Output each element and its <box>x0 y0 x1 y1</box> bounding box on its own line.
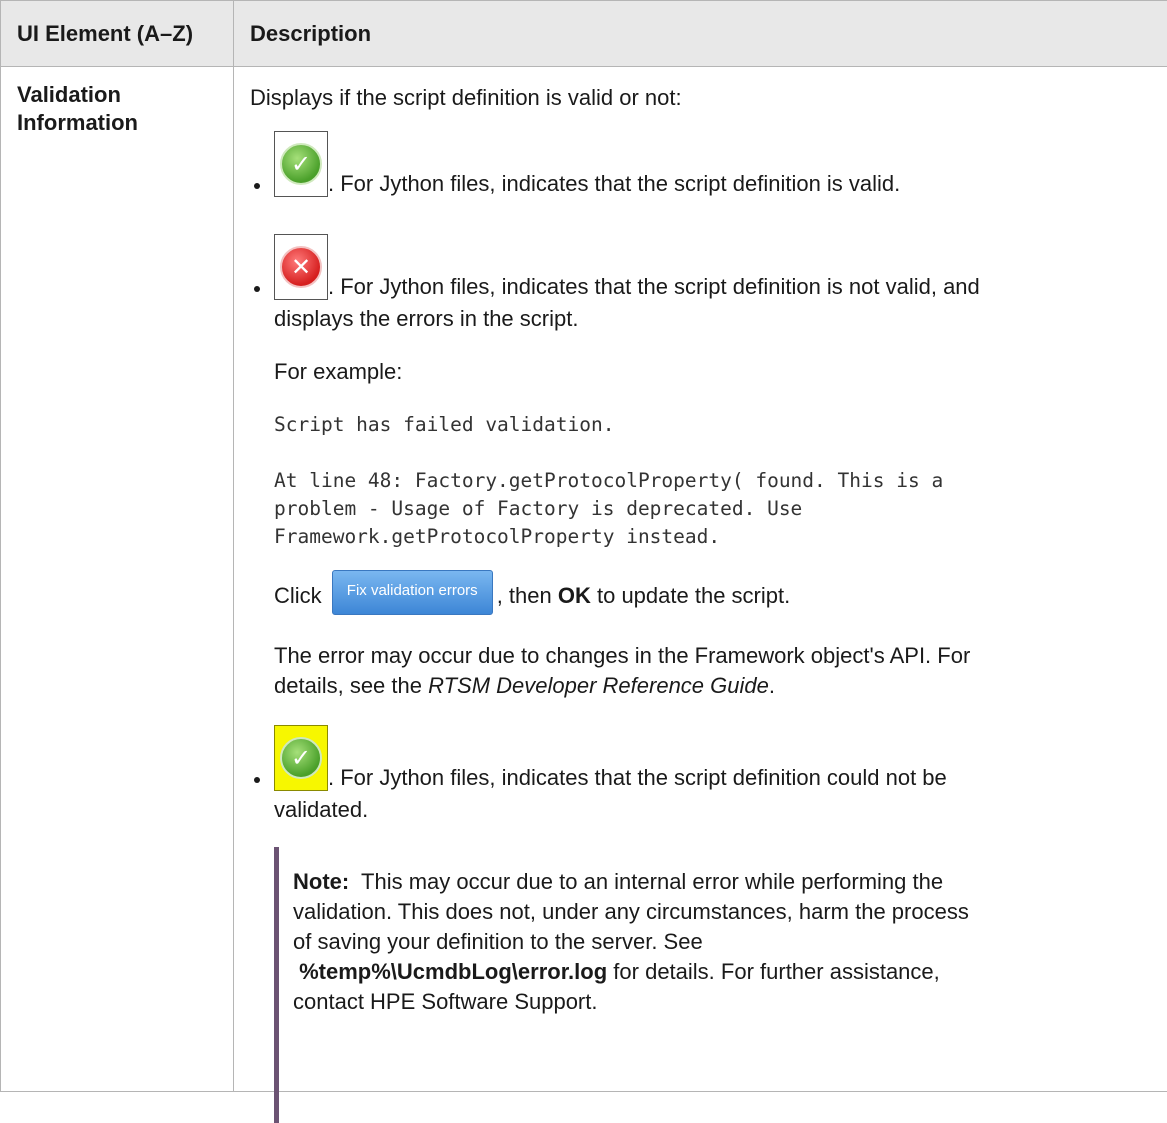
error-line-2-prefix: details, see the <box>274 673 422 698</box>
not-validated-description-line2: validated. <box>274 795 368 825</box>
code-line-4: Framework.getProtocolProperty instead. <box>274 523 720 551</box>
green-check-icon: ✓ <box>274 131 328 197</box>
error-line-1: The error may occur due to changes in th… <box>274 641 970 671</box>
column-header-ui-element: UI Element (A–Z) <box>1 1 234 67</box>
green-check-yellow-bg-icon: ✓ <box>274 725 328 791</box>
not-validated-description-line1: . For Jython files, indicates that the s… <box>328 763 947 793</box>
error-log-path: %temp%\UcmdbLog\error.log <box>299 959 607 984</box>
note-line-3: of saving your definition to the server.… <box>293 927 1153 957</box>
code-line-2: At line 48: Factory.getProtocolProperty(… <box>274 467 943 495</box>
error-line-2: details, see the RTSM Developer Referenc… <box>274 671 775 701</box>
developer-guide-title: RTSM Developer Reference Guide <box>428 673 769 698</box>
table-header-row: UI Element (A–Z) Description <box>1 1 1167 67</box>
click-mid: , then <box>497 583 552 608</box>
description-cell: Displays if the script definition is val… <box>234 67 1167 1092</box>
ui-element-name-line2: Information <box>17 109 217 137</box>
column-header-description: Description <box>234 1 1167 67</box>
note-block: Note: This may occur due to an internal … <box>274 847 1153 1123</box>
click-suffix: to update the script. <box>597 583 790 608</box>
code-line-1: Script has failed validation. <box>274 411 614 439</box>
bullet <box>254 777 260 783</box>
click-instruction: Click Fix validation errors, then OK to … <box>274 570 790 615</box>
note-line-4: %temp%\UcmdbLog\error.log for details. F… <box>293 957 1153 987</box>
bullet <box>254 183 260 189</box>
code-line-3: problem - Usage of Factory is deprecated… <box>274 495 802 523</box>
bullet <box>254 286 260 292</box>
valid-description: . For Jython files, indicates that the s… <box>328 169 900 199</box>
ui-element-name-cell: Validation Information <box>1 67 234 1092</box>
list-item-valid: ✓ . For Jython files, indicates that the… <box>274 131 1153 201</box>
note-line-2: validation. This does not, under any cir… <box>293 897 1153 927</box>
intro-text: Displays if the script definition is val… <box>250 83 682 113</box>
invalid-description-line2: displays the errors in the script. <box>274 304 578 334</box>
ok-label: OK <box>558 583 591 608</box>
table-row: Validation Information Displays if the s… <box>1 67 1167 1092</box>
fix-validation-errors-button[interactable]: Fix validation errors <box>332 570 493 615</box>
list-item-invalid: ✕ . For Jython files, indicates that the… <box>274 234 1153 334</box>
example-label: For example: <box>274 357 402 387</box>
list-item-not-validated: ✓ . For Jython files, indicates that the… <box>274 725 1153 825</box>
error-line-2-suffix: . <box>769 673 775 698</box>
ui-element-name-line1: Validation <box>17 81 217 109</box>
note-line-5: contact HPE Software Support. <box>293 987 1153 1017</box>
red-x-icon: ✕ <box>274 234 328 300</box>
ui-element-table: UI Element (A–Z) Description Validation … <box>0 0 1167 1092</box>
invalid-description-line1: . For Jython files, indicates that the s… <box>328 272 980 302</box>
note-label: Note: <box>293 869 349 894</box>
click-prefix: Click <box>274 583 322 608</box>
note-line-1: Note: This may occur due to an internal … <box>293 867 1153 897</box>
